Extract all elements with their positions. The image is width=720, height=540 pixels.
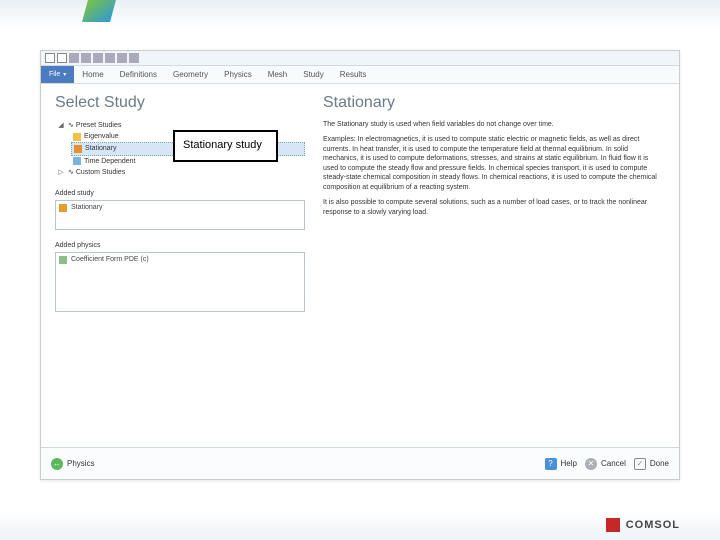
done-button[interactable]: ✓ Done bbox=[634, 458, 669, 470]
list-item[interactable]: Stationary bbox=[59, 204, 301, 212]
annotation-callout: Stationary study bbox=[173, 130, 278, 162]
right-panel: Stationary The Stationary study is used … bbox=[315, 94, 665, 437]
done-label: Done bbox=[650, 459, 669, 468]
expand-icon[interactable]: ▷ bbox=[57, 167, 65, 178]
undo-icon[interactable] bbox=[81, 53, 91, 63]
tree-label: ∿ Custom Studies bbox=[68, 167, 125, 178]
stationary-icon bbox=[59, 204, 67, 212]
save-icon[interactable] bbox=[69, 53, 79, 63]
list-item-label: Stationary bbox=[71, 204, 103, 211]
tree-label: Eigenvalue bbox=[84, 131, 119, 142]
app-window: File Home Definitions Geometry Physics M… bbox=[40, 50, 680, 480]
added-study-list[interactable]: Stationary bbox=[55, 200, 305, 230]
tab-physics[interactable]: Physics bbox=[216, 66, 260, 83]
tree-label: Stationary bbox=[85, 143, 117, 154]
help-label: Help bbox=[561, 459, 577, 468]
paste-icon[interactable] bbox=[117, 53, 127, 63]
wizard-bottom-bar: ← Physics ? Help ✕ Cancel ✓ Done bbox=[41, 447, 679, 479]
delete-icon[interactable] bbox=[129, 53, 139, 63]
added-study-label: Added study bbox=[55, 190, 305, 197]
content-area: Select Study Stationary study ◢ ∿ Preset… bbox=[41, 84, 679, 447]
brand-square-icon bbox=[82, 0, 116, 22]
tree-node-custom[interactable]: ▷ ∿ Custom Studies bbox=[55, 167, 305, 178]
copy-icon[interactable] bbox=[105, 53, 115, 63]
added-physics-label: Added physics bbox=[55, 242, 305, 249]
tab-study[interactable]: Study bbox=[295, 66, 331, 83]
new-icon[interactable] bbox=[45, 53, 55, 63]
tree-label: Time Dependent bbox=[84, 156, 136, 167]
open-icon[interactable] bbox=[57, 53, 67, 63]
file-menu[interactable]: File bbox=[41, 66, 74, 83]
back-button[interactable]: ← Physics bbox=[51, 458, 95, 470]
tab-geometry[interactable]: Geometry bbox=[165, 66, 216, 83]
brand-logo: COMSOL bbox=[606, 518, 680, 532]
description-p1: The Stationary study is used when field … bbox=[323, 120, 665, 129]
page-title: Select Study bbox=[55, 94, 305, 112]
tab-mesh[interactable]: Mesh bbox=[260, 66, 296, 83]
physics-icon bbox=[59, 256, 67, 264]
study-icon bbox=[73, 133, 81, 141]
list-item[interactable]: Coefficient Form PDE (c) bbox=[59, 256, 301, 264]
collapse-icon[interactable]: ◢ bbox=[57, 120, 65, 131]
tab-home[interactable]: Home bbox=[74, 66, 111, 83]
help-button[interactable]: ? Help bbox=[545, 458, 577, 470]
header-decoration bbox=[0, 0, 720, 30]
added-physics-list[interactable]: Coefficient Form PDE (c) bbox=[55, 252, 305, 312]
cancel-button[interactable]: ✕ Cancel bbox=[585, 458, 626, 470]
back-arrow-icon: ← bbox=[51, 458, 63, 470]
tab-results[interactable]: Results bbox=[332, 66, 375, 83]
tree-label: ∿ Preset Studies bbox=[68, 120, 121, 131]
brand-name: COMSOL bbox=[626, 519, 680, 531]
ribbon-tabs: File Home Definitions Geometry Physics M… bbox=[41, 66, 679, 84]
redo-icon[interactable] bbox=[93, 53, 103, 63]
list-item-label: Coefficient Form PDE (c) bbox=[71, 256, 149, 263]
study-tree: Stationary study ◢ ∿ Preset Studies Eige… bbox=[55, 120, 305, 178]
description-p3: It is also possible to compute several s… bbox=[323, 198, 665, 217]
back-label: Physics bbox=[67, 459, 95, 468]
help-icon: ? bbox=[545, 458, 557, 470]
quick-access-toolbar bbox=[41, 51, 679, 66]
stationary-icon bbox=[74, 145, 82, 153]
brand-mark-icon bbox=[606, 518, 620, 532]
tab-definitions[interactable]: Definitions bbox=[112, 66, 165, 83]
description-p2: Examples: In electromagnetics, it is use… bbox=[323, 135, 665, 192]
left-panel: Select Study Stationary study ◢ ∿ Preset… bbox=[55, 94, 315, 437]
cancel-label: Cancel bbox=[601, 459, 626, 468]
study-title: Stationary bbox=[323, 94, 665, 112]
cancel-icon: ✕ bbox=[585, 458, 597, 470]
done-icon: ✓ bbox=[634, 458, 646, 470]
time-icon bbox=[73, 157, 81, 165]
